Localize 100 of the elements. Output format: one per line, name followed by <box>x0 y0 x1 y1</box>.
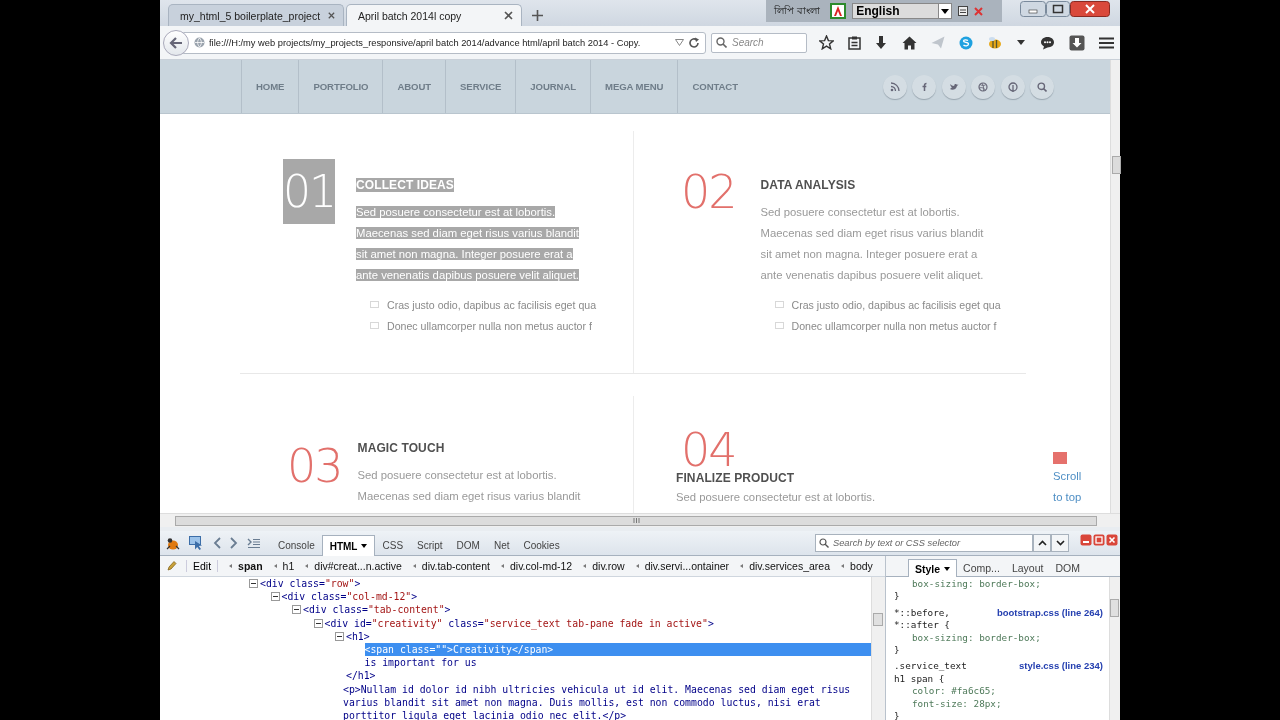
rss-icon[interactable] <box>882 74 907 99</box>
code-line[interactable]: <div class="col-md-12"> <box>281 590 418 604</box>
css-selector: *::after { <box>894 619 950 632</box>
search-field[interactable]: Search <box>732 37 802 48</box>
command-line-icon[interactable] <box>247 537 261 549</box>
side-panel-tab[interactable]: DOM <box>1049 559 1086 576</box>
breadcrumb[interactable]: div.row <box>592 560 625 572</box>
globe-icon <box>194 37 205 48</box>
side-panel-tab[interactable]: Comp... <box>957 559 1006 576</box>
browser-tab[interactable]: my_html_5 boilerplate_project <box>168 4 344 26</box>
breadcrumb[interactable]: div.tab-content <box>421 560 490 572</box>
toggle-icon[interactable] <box>270 592 280 602</box>
bee-icon[interactable] <box>987 35 1004 50</box>
square-icon <box>1053 452 1067 464</box>
arrow-left-icon <box>169 36 183 49</box>
reload-icon[interactable] <box>688 36 700 49</box>
pencil-icon[interactable] <box>166 560 177 572</box>
panel-tab[interactable]: Script <box>410 535 450 555</box>
panel-tab[interactable]: DOM <box>449 535 487 555</box>
bird-icon[interactable] <box>941 74 966 99</box>
caret-icon[interactable] <box>1017 40 1026 45</box>
breadcrumb[interactable]: span <box>238 560 263 572</box>
code-line[interactable]: </h1> <box>346 669 376 683</box>
close-icon[interactable] <box>328 11 335 20</box>
address-bar[interactable]: file:///H:/my web projects/my_projects_responsive/april batch 2014/advance html/april batch 2014 - Copy. <box>183 31 706 54</box>
rectangle-icon <box>774 301 784 308</box>
horizontal-scrollbar[interactable] <box>160 513 1120 527</box>
breadcrumb[interactable]: div.servi...ontainer <box>644 560 730 572</box>
panel-tab[interactable]: Cookies <box>516 535 567 555</box>
back-button[interactable] <box>163 29 189 56</box>
search-box[interactable]: Search <box>711 32 807 53</box>
breadcrumb[interactable]: div#creat...n.active <box>314 560 402 572</box>
breadcrumb[interactable]: body <box>850 560 873 572</box>
service-title: COLLECT IDEAS <box>356 178 454 192</box>
code-line[interactable]: <div id="creativity" class="service_text tab-pane fade in active"> <box>324 616 714 630</box>
panel-tab[interactable]: HTML <box>321 535 376 556</box>
chat-bubble-icon[interactable] <box>958 35 973 50</box>
maximize-icon[interactable] <box>1046 1 1070 17</box>
chevron-up-icon <box>1037 540 1047 546</box>
down-button[interactable] <box>1051 534 1069 552</box>
close-icon[interactable] <box>504 11 513 20</box>
menu-icon[interactable] <box>1098 36 1114 49</box>
ball-icon[interactable] <box>971 74 996 99</box>
panel-tab[interactable]: Console <box>271 535 322 555</box>
search-icon[interactable] <box>1030 74 1055 99</box>
step-number: 01 <box>283 159 335 224</box>
service-description: Sed posuere consectetur est at lobortis. <box>676 490 877 505</box>
code-line[interactable]: is important for us <box>364 656 477 670</box>
pin-icon[interactable] <box>1000 74 1025 99</box>
toggle-icon[interactable] <box>313 618 323 628</box>
window-icon[interactable] <box>958 6 969 16</box>
service-description: Sed posuere consectetur est at lobortis. Maecenas sed diam eget risus varius blandit sit amet non magna. Integer posuere erat a ante venenatis dapibus posuere velit aliquet. <box>760 205 985 283</box>
arrow-left-icon[interactable] <box>213 537 221 549</box>
toggle-icon[interactable] <box>249 579 258 588</box>
source-link[interactable]: bootstrap.css (line 264) <box>996 606 1103 620</box>
home-icon[interactable] <box>901 35 917 50</box>
edit-button[interactable]: Edit <box>186 560 219 572</box>
letter-a-icon[interactable] <box>830 3 847 19</box>
code-line[interactable]: <h1> <box>346 629 370 643</box>
arrow-right-icon[interactable] <box>230 537 238 549</box>
close-icon[interactable] <box>1106 534 1118 546</box>
list-item: Cras justo odio, dapibus ac facilisis eget qua <box>791 298 1001 311</box>
arrow-down-icon[interactable] <box>875 35 888 50</box>
search-box[interactable]: Search by text or CSS selector <box>815 534 1033 552</box>
list-item: Donec ullamcorper nulla non metus auctor f <box>387 319 592 332</box>
css-declaration: color: #fa6c65; <box>911 685 997 698</box>
source-link[interactable]: style.css (line 234) <box>1019 660 1103 673</box>
breadcrumb[interactable]: h1 <box>282 560 295 572</box>
list-item: Cras justo odio, dapibus ac facilisis eget qua <box>387 298 597 311</box>
restore-icon[interactable] <box>1093 534 1105 546</box>
clipboard-icon[interactable] <box>848 35 862 50</box>
star-icon[interactable] <box>819 35 834 50</box>
browser-tab[interactable]: April batch 2014l copy <box>346 4 522 26</box>
minimize-icon[interactable] <box>1080 534 1092 546</box>
toggle-icon[interactable] <box>335 631 344 641</box>
close-icon[interactable] <box>1070 1 1110 17</box>
breadcrumb[interactable]: div.services_area <box>749 560 831 572</box>
step-number: 02 <box>680 163 737 221</box>
panel-tab[interactable]: CSS <box>375 535 411 555</box>
code-line[interactable]: <div class="row"> <box>260 577 361 591</box>
up-button[interactable] <box>1033 534 1051 552</box>
css-selector: .service_text <box>894 660 967 673</box>
breadcrumb[interactable]: div.col-md-12 <box>509 560 573 572</box>
language-select[interactable]: English <box>852 3 953 19</box>
plus-icon[interactable] <box>532 10 543 21</box>
download-icon[interactable] <box>1068 34 1085 51</box>
vertical-scrollbar[interactable] <box>1110 60 1120 513</box>
scrollbar[interactable] <box>1109 577 1120 720</box>
inspect-icon[interactable] <box>189 536 204 550</box>
bug-icon[interactable] <box>166 536 180 550</box>
scrollbar[interactable] <box>871 577 885 720</box>
scroll-to-top-link[interactable]: Scroll to top <box>1053 466 1083 507</box>
speech-bubble-icon[interactable] <box>1039 35 1055 50</box>
closing-brace: } <box>894 644 901 657</box>
chevron-down-icon <box>1055 540 1065 546</box>
toggle-icon[interactable] <box>292 605 301 615</box>
code-line[interactable]: <div class="tab-content"> <box>303 603 451 617</box>
panel-tab[interactable]: Net <box>486 535 517 555</box>
side-panel-tab[interactable]: Style <box>908 559 958 577</box>
side-panel-tab[interactable]: Layout <box>1005 559 1050 576</box>
